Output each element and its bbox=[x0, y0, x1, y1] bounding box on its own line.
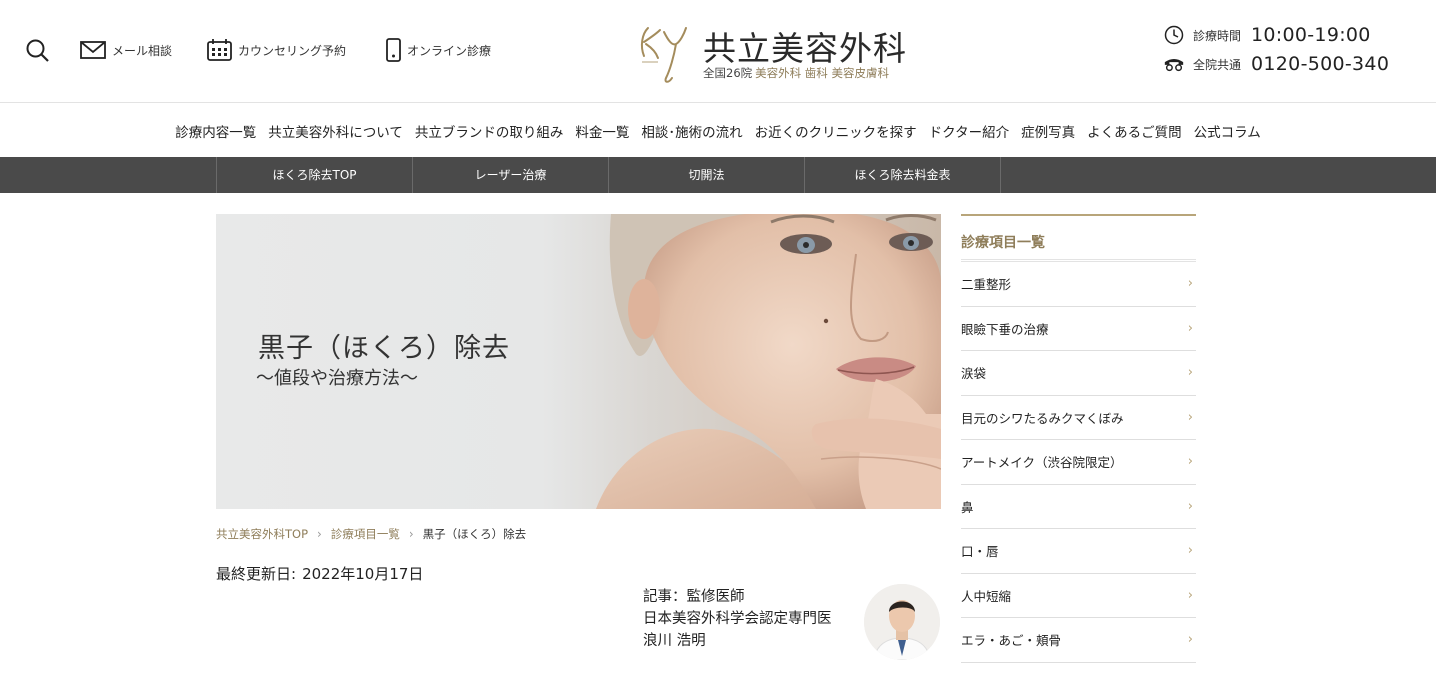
chevron-right-icon: › bbox=[1187, 632, 1193, 648]
sidebar-item-philtrum[interactable]: 人中短縮 › bbox=[961, 574, 1196, 618]
mail-consult-link[interactable]: メール相談 bbox=[80, 38, 172, 62]
breadcrumb-home[interactable]: 共立美容外科TOP bbox=[216, 526, 308, 542]
sidebar-item-tear-trough[interactable]: 涙袋 › bbox=[961, 351, 1196, 396]
counseling-reserve-link[interactable]: カウンセリング予約 bbox=[207, 38, 346, 62]
search-icon[interactable] bbox=[25, 38, 51, 64]
chevron-right-icon: › bbox=[408, 527, 414, 541]
site-logo[interactable]: 共立美容外科 全国26院 美容外科 歯科 美容皮膚科 bbox=[636, 20, 926, 86]
chevron-right-icon: › bbox=[317, 527, 322, 541]
author-name: 浪川 浩明 bbox=[643, 633, 706, 649]
sidebar-title: 診療項目一覧 bbox=[961, 235, 1045, 251]
phone-label: 全院共通 bbox=[1193, 57, 1242, 72]
hours-value: 10:00-19:00 bbox=[1251, 24, 1371, 46]
counseling-reserve-label: カウンセリング予約 bbox=[238, 43, 347, 58]
sidebar: 診療項目一覧 二重整形 › 眼瞼下垂の治療 › 涙袋 › 目元のシワたるみクマくぼみ ›… bbox=[961, 214, 1196, 663]
chevron-right-icon: › bbox=[1187, 543, 1193, 559]
gnav-item-services[interactable]: 診療内容一覧 bbox=[175, 121, 256, 141]
gnav-item-doctors[interactable]: ドクター紹介 bbox=[929, 121, 1009, 141]
sidebar-item-label: 二重整形 bbox=[961, 277, 1012, 293]
author-avatar bbox=[864, 584, 940, 660]
mail-icon bbox=[80, 41, 106, 59]
gnav-item-flow[interactable]: 相談･施術の流れ bbox=[641, 121, 742, 141]
chevron-right-icon: › bbox=[1187, 454, 1193, 470]
hero-title: 黒子（ほくろ）除去 bbox=[258, 333, 510, 364]
online-consult-link[interactable]: オンライン診療 bbox=[386, 38, 491, 62]
sidebar-item-label: 鼻 bbox=[961, 499, 974, 515]
gnav-item-column[interactable]: 公式コラム bbox=[1194, 121, 1261, 141]
calendar-icon bbox=[207, 39, 232, 61]
hours-row: 診療時間 10:00-19:00 bbox=[1163, 23, 1371, 47]
subnav-item-top[interactable]: ほくろ除去TOP bbox=[217, 157, 413, 193]
sidebar-item-label: 涙袋 bbox=[961, 366, 987, 382]
gnav-item-faq[interactable]: よくあるご質問 bbox=[1087, 121, 1182, 141]
hero-subtitle: 〜値段や治療方法〜 bbox=[256, 368, 418, 389]
subnav-item-price-table[interactable]: ほくろ除去料金表 bbox=[805, 157, 1001, 193]
free-dial-icon bbox=[1163, 56, 1185, 72]
gnav-item-about[interactable]: 共立美容外科について bbox=[268, 121, 403, 141]
gnav-item-brand[interactable]: 共立ブランドの取り組み bbox=[415, 121, 564, 141]
logo-name: 共立美容外科 bbox=[703, 29, 907, 68]
chevron-right-icon: › bbox=[1187, 498, 1193, 514]
logo-departments: 美容外科 歯科 美容皮膚科 bbox=[755, 66, 889, 80]
chevron-right-icon: › bbox=[1187, 365, 1193, 381]
sidebar-item-jaw[interactable]: エラ・あご・頬骨 › bbox=[961, 618, 1196, 663]
gnav-item-clinics[interactable]: お近くのクリニックを探す bbox=[755, 121, 917, 141]
author-role: 記事：監修医師 bbox=[643, 589, 745, 605]
chevron-right-icon: › bbox=[1187, 276, 1193, 292]
author-certification: 日本美容外科学会認定専門医 bbox=[643, 611, 832, 627]
chevron-right-icon: › bbox=[1187, 587, 1193, 603]
sidebar-item-art-make[interactable]: アートメイク（渋谷院限定） › bbox=[961, 440, 1196, 485]
gnav-item-prices[interactable]: 料金一覧 bbox=[575, 121, 629, 141]
sidebar-item-label: 人中短縮 bbox=[961, 588, 1012, 604]
sidebar-item-mouth-lips[interactable]: 口・唇 › bbox=[961, 529, 1196, 574]
last-updated-label: 最終更新日: bbox=[216, 565, 297, 583]
sidebar-item-label: 目元のシワたるみクマくぼみ bbox=[961, 410, 1124, 426]
online-consult-label: オンライン診療 bbox=[407, 43, 492, 58]
breadcrumb-list[interactable]: 診療項目一覧 bbox=[331, 526, 400, 542]
author-info: 記事：監修医師 日本美容外科学会認定専門医 浪川 浩明 bbox=[643, 586, 832, 652]
last-updated-date: 2022年10月17日 bbox=[302, 565, 424, 583]
chevron-right-icon: › bbox=[1187, 320, 1193, 336]
smartphone-icon bbox=[386, 38, 401, 62]
sidebar-item-nose[interactable]: 鼻 › bbox=[961, 485, 1196, 529]
logo-clinic-count: 全国26院 bbox=[703, 66, 753, 80]
sidebar-item-label: エラ・あご・頬骨 bbox=[961, 633, 1062, 649]
clock-icon bbox=[1163, 25, 1185, 45]
chevron-right-icon: › bbox=[1187, 409, 1193, 425]
sidebar-item-label: 眼瞼下垂の治療 bbox=[961, 321, 1049, 337]
sidebar-list: 二重整形 › 眼瞼下垂の治療 › 涙袋 › 目元のシワたるみクマくぼみ › アートメイク… bbox=[961, 262, 1196, 663]
breadcrumb: 共立美容外科TOP › 診療項目一覧 › 黒子（ほくろ）除去 bbox=[216, 526, 526, 542]
mail-consult-label: メール相談 bbox=[112, 43, 173, 58]
last-updated: 最終更新日: 2022年10月17日 bbox=[216, 563, 423, 584]
breadcrumb-current: 黒子（ほくろ）除去 bbox=[422, 527, 527, 541]
sidebar-item-ptosis[interactable]: 眼瞼下垂の治療 › bbox=[961, 307, 1196, 351]
sidebar-item-eye-wrinkles[interactable]: 目元のシワたるみクマくぼみ › bbox=[961, 396, 1196, 440]
site-header: メール相談 カウンセリング予約 オンライン診療 共立美容外科 全国26院 美容外科… bbox=[0, 0, 1436, 103]
phone-number: 0120-500-340 bbox=[1251, 53, 1390, 75]
hours-label: 診療時間 bbox=[1193, 28, 1242, 43]
global-nav: 診療内容一覧 共立美容外科について 共立ブランドの取り組み 料金一覧 相談･施術… bbox=[0, 104, 1436, 157]
hero-banner: 黒子（ほくろ）除去 〜値段や治療方法〜 bbox=[216, 214, 941, 509]
gnav-item-cases[interactable]: 症例写真 bbox=[1021, 121, 1075, 141]
subnav-item-incision[interactable]: 切開法 bbox=[609, 157, 805, 193]
ky-logo-mark bbox=[636, 20, 692, 86]
subnav-item-laser[interactable]: レーザー治療 bbox=[413, 157, 609, 193]
sidebar-item-label: アートメイク（渋谷院限定） bbox=[961, 455, 1123, 471]
sidebar-item-label: 口・唇 bbox=[961, 544, 999, 560]
phone-row[interactable]: 全院共通 0120-500-340 bbox=[1163, 52, 1389, 76]
sub-nav: ほくろ除去TOP レーザー治療 切開法 ほくろ除去料金表 bbox=[0, 157, 1436, 193]
sidebar-item-double-eyelid[interactable]: 二重整形 › bbox=[961, 262, 1196, 307]
logo-subtitle: 全国26院 美容外科 歯科 美容皮膚科 bbox=[703, 65, 889, 81]
